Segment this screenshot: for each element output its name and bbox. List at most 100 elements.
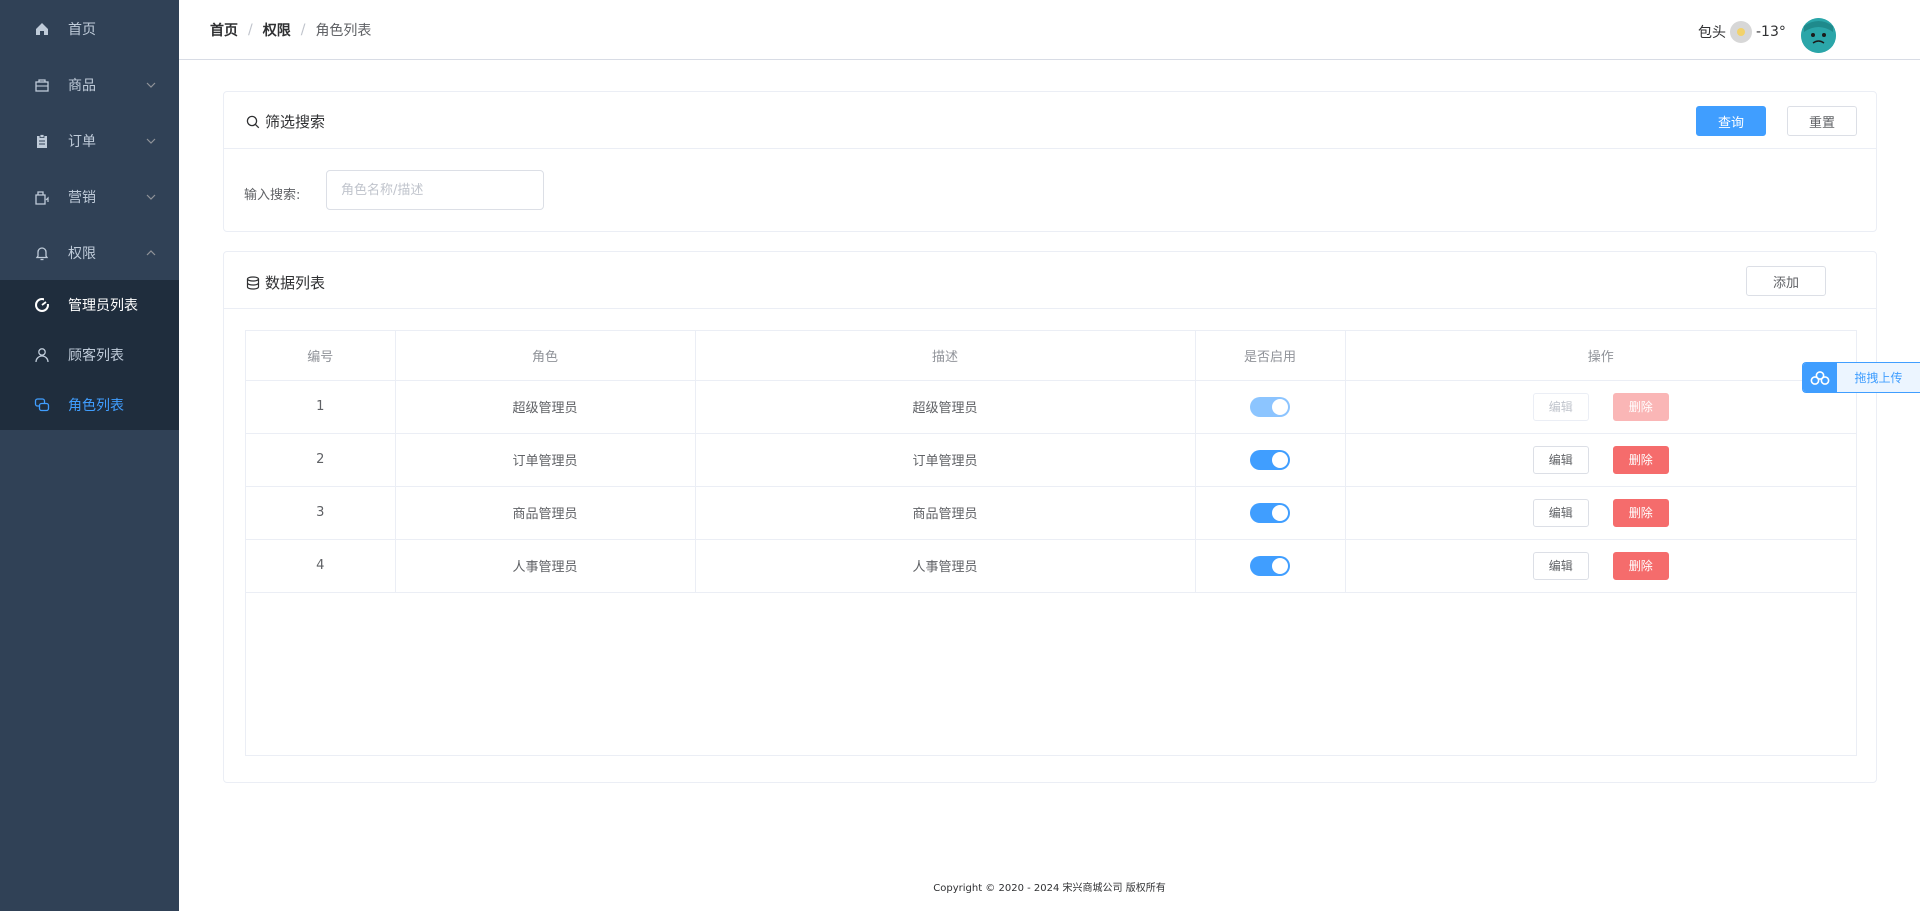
enabled-toggle bbox=[1250, 396, 1290, 417]
breadcrumb-current: 角色列表 bbox=[315, 23, 372, 39]
sidebar-item-label: 角色列表 bbox=[68, 398, 124, 414]
drag-upload-label: 拖拽上传 bbox=[1854, 371, 1903, 385]
sidebar-item-admin-list[interactable]: 管理员列表 bbox=[0, 280, 179, 330]
sidebar-item-label: 顾客列表 bbox=[68, 348, 124, 364]
sidebar-item-role-list[interactable]: 角色列表 bbox=[0, 380, 179, 430]
sidebar-item-orders[interactable]: 订单 bbox=[0, 113, 179, 169]
top-header: 首页 / 权限 / 角色列表 包头 -13° bbox=[179, 0, 1920, 60]
table-row: 3 商品管理员 商品管理员 编辑 删除 bbox=[246, 486, 1856, 540]
sidebar-item-label: 首页 bbox=[68, 22, 96, 38]
column-header-enabled: 是否启用 bbox=[1195, 331, 1346, 381]
edit-button[interactable]: 编辑 bbox=[1532, 551, 1589, 580]
sidebar-item-customer-list[interactable]: 顾客列表 bbox=[0, 330, 179, 380]
sidebar-item-label: 订单 bbox=[68, 134, 96, 150]
sidebar-item-products[interactable]: 商品 bbox=[0, 57, 179, 113]
data-list-card-header: 数据列表 添加 bbox=[224, 252, 1876, 309]
chevron-down-icon bbox=[146, 80, 156, 90]
filter-card-title: 筛选搜索 bbox=[245, 111, 325, 132]
search-input-label: 输入搜索: bbox=[244, 188, 301, 203]
weather-widget: 包头 -13° bbox=[1698, 21, 1786, 43]
sidebar-item-permissions[interactable]: 权限 bbox=[0, 225, 179, 281]
breadcrumb-permissions[interactable]: 权限 bbox=[263, 20, 291, 40]
chevron-down-icon bbox=[146, 192, 156, 202]
avatar[interactable] bbox=[1801, 18, 1836, 53]
cell-description: 人事管理员 bbox=[695, 539, 1196, 593]
cell-role: 人事管理员 bbox=[395, 539, 696, 593]
add-button[interactable]: 添加 bbox=[1746, 266, 1826, 296]
breadcrumb: 首页 / 权限 / 角色列表 bbox=[210, 20, 371, 40]
chevron-down-icon bbox=[146, 136, 156, 146]
weather-icon bbox=[1730, 21, 1752, 43]
column-header-description: 描述 bbox=[695, 331, 1196, 381]
cell-role: 商品管理员 bbox=[395, 486, 696, 540]
breadcrumb-home[interactable]: 首页 bbox=[210, 20, 238, 40]
query-button[interactable]: 查询 bbox=[1696, 106, 1766, 136]
enabled-toggle[interactable] bbox=[1250, 555, 1290, 576]
user-icon bbox=[34, 347, 50, 363]
enabled-toggle[interactable] bbox=[1250, 502, 1290, 523]
weather-city: 包头 bbox=[1698, 25, 1726, 41]
filter-title-text: 筛选搜索 bbox=[265, 113, 326, 131]
search-input[interactable] bbox=[326, 170, 544, 210]
dashboard-icon bbox=[34, 297, 50, 313]
footer-copyright: Copyright © 2020 - 2024 宋兴商城公司 版权所有 bbox=[933, 883, 1166, 894]
cell-enabled bbox=[1195, 486, 1346, 540]
search-icon bbox=[245, 114, 261, 130]
table-row: 4 人事管理员 人事管理员 编辑 删除 bbox=[246, 539, 1856, 593]
cell-id: 4 bbox=[246, 539, 396, 593]
sidebar-item-label: 管理员列表 bbox=[68, 298, 138, 314]
cell-actions: 编辑 删除 bbox=[1345, 539, 1856, 593]
cell-actions: 编辑 删除 bbox=[1345, 433, 1856, 487]
bag-icon bbox=[34, 77, 50, 93]
weather-temp: -13° bbox=[1756, 24, 1786, 40]
table-row: 1 超级管理员 超级管理员 编辑 删除 bbox=[246, 380, 1856, 434]
drag-upload-tab[interactable]: 拖拽上传 bbox=[1802, 362, 1920, 393]
data-list-card: 数据列表 添加 编号 角色 描述 是否启用 操作 1 超级管理员 超级管理员 编… bbox=[223, 251, 1877, 783]
filter-card-header: 筛选搜索 查询 重置 bbox=[224, 92, 1876, 149]
clipboard-icon bbox=[34, 133, 50, 149]
cloud-icon bbox=[1803, 363, 1837, 392]
sidebar-item-label: 营销 bbox=[68, 190, 96, 206]
table-header-row: 编号 角色 描述 是否启用 操作 bbox=[246, 331, 1856, 381]
delete-button[interactable]: 删除 bbox=[1612, 498, 1669, 527]
edit-button[interactable]: 编辑 bbox=[1532, 445, 1589, 474]
cell-role: 订单管理员 bbox=[395, 433, 696, 487]
breadcrumb-separator: / bbox=[248, 22, 253, 38]
delete-button: 删除 bbox=[1612, 392, 1669, 421]
sidebar-item-label: 权限 bbox=[68, 246, 96, 262]
chat-icon bbox=[34, 397, 50, 413]
permissions-submenu: 管理员列表 顾客列表 角色列表 bbox=[0, 280, 179, 430]
chevron-up-icon bbox=[146, 248, 156, 258]
bell-icon bbox=[34, 245, 50, 261]
column-header-role: 角色 bbox=[395, 331, 696, 381]
table-row: 2 订单管理员 订单管理员 编辑 删除 bbox=[246, 433, 1856, 487]
reset-button[interactable]: 重置 bbox=[1787, 106, 1857, 136]
edit-button[interactable]: 编辑 bbox=[1532, 498, 1589, 527]
home-icon bbox=[34, 21, 50, 37]
cell-enabled bbox=[1195, 433, 1346, 487]
cell-enabled bbox=[1195, 539, 1346, 593]
enabled-toggle[interactable] bbox=[1250, 449, 1290, 470]
roles-table: 编号 角色 描述 是否启用 操作 1 超级管理员 超级管理员 编辑 删除 2 订… bbox=[245, 330, 1857, 756]
filter-card: 筛选搜索 查询 重置 输入搜索: bbox=[223, 91, 1877, 232]
cell-id: 1 bbox=[246, 380, 396, 434]
cell-actions: 编辑 删除 bbox=[1345, 380, 1856, 434]
data-list-title-text: 数据列表 bbox=[265, 274, 326, 292]
delete-button[interactable]: 删除 bbox=[1612, 445, 1669, 474]
sidebar: 首页 商品 订单 营销 权限 管理员列表 顾客列表 角色列表 bbox=[0, 0, 179, 911]
cell-description: 超级管理员 bbox=[695, 380, 1196, 434]
column-header-id: 编号 bbox=[246, 331, 396, 381]
cell-enabled bbox=[1195, 380, 1346, 434]
cell-role: 超级管理员 bbox=[395, 380, 696, 434]
sidebar-item-home[interactable]: 首页 bbox=[0, 1, 179, 57]
data-list-card-title: 数据列表 bbox=[245, 272, 325, 293]
gift-bag-icon bbox=[34, 189, 50, 205]
sidebar-item-marketing[interactable]: 营销 bbox=[0, 169, 179, 225]
breadcrumb-separator: / bbox=[300, 22, 306, 38]
cell-actions: 编辑 删除 bbox=[1345, 486, 1856, 540]
sidebar-item-label: 商品 bbox=[68, 78, 96, 94]
delete-button[interactable]: 删除 bbox=[1612, 551, 1669, 580]
cell-description: 订单管理员 bbox=[695, 433, 1196, 487]
database-icon bbox=[245, 275, 261, 291]
edit-button: 编辑 bbox=[1532, 392, 1589, 421]
